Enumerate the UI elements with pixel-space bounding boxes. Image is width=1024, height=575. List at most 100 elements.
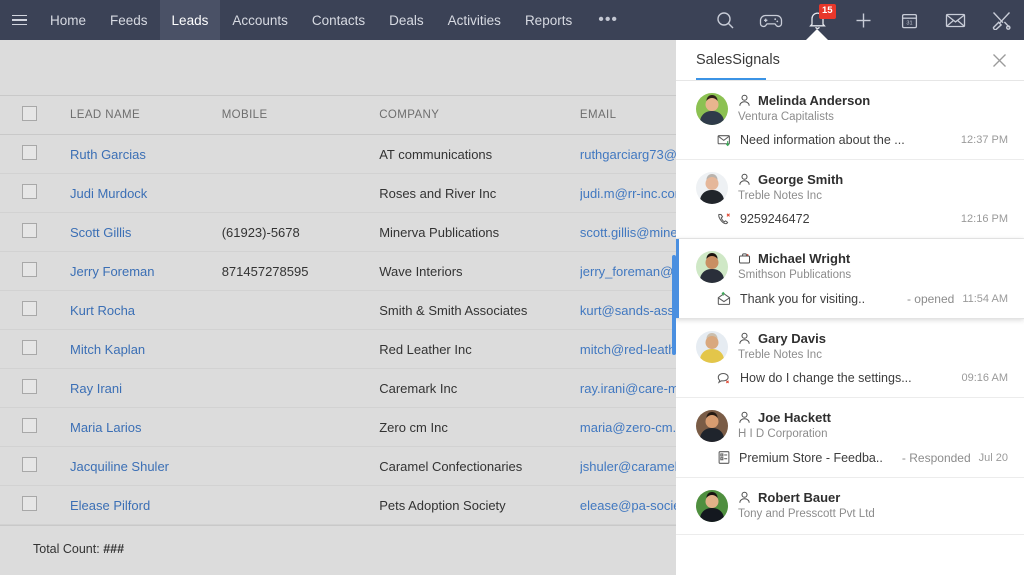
top-navigation-bar: Home Feeds Leads Accounts Contacts Deals… bbox=[0, 0, 1024, 40]
signal-message[interactable]: 9259246472 bbox=[740, 212, 953, 226]
hamburger-icon[interactable] bbox=[0, 0, 38, 40]
nav-item-contacts[interactable]: Contacts bbox=[300, 0, 377, 40]
cell-lead-name: Jacquiline Shuler bbox=[70, 447, 222, 486]
signal-contact-name[interactable]: Robert Bauer bbox=[758, 490, 840, 505]
avatar[interactable] bbox=[696, 93, 728, 125]
signal-item[interactable]: Melinda AndersonVentura CapitalistsNeed … bbox=[676, 81, 1024, 160]
nav-item-deals[interactable]: Deals bbox=[377, 0, 436, 40]
lead-name-link[interactable]: Ray Irani bbox=[70, 381, 122, 396]
calendar-icon[interactable]: 31 bbox=[886, 0, 932, 40]
table-row[interactable]: Jacquiline ShulerCaramel Confectionaries… bbox=[0, 447, 676, 486]
select-all-checkbox[interactable] bbox=[22, 106, 37, 121]
column-header-email[interactable]: EMAIL bbox=[580, 96, 676, 135]
signal-contact-name[interactable]: Joe Hackett bbox=[758, 410, 831, 425]
avatar[interactable] bbox=[696, 251, 728, 283]
cell-mobile bbox=[222, 447, 380, 486]
table-row[interactable]: Mitch KaplanRed Leather Incmitch@red-lea… bbox=[0, 330, 676, 369]
signal-item[interactable]: Joe HackettH I D CorporationPremium Stor… bbox=[676, 398, 1024, 478]
close-icon[interactable] bbox=[991, 52, 1008, 69]
table-row[interactable]: Scott Gillis(61923)-5678Minerva Publicat… bbox=[0, 213, 676, 252]
nav-item-leads[interactable]: Leads bbox=[160, 0, 221, 40]
email-link[interactable]: mitch@red-leather.com bbox=[580, 342, 676, 357]
envelope-icon[interactable] bbox=[932, 0, 978, 40]
signal-item[interactable]: Michael WrightSmithson PublicationsThank… bbox=[676, 239, 1024, 319]
avatar[interactable] bbox=[696, 331, 728, 363]
email-link[interactable]: jshuler@caramel-confectionaries.com bbox=[580, 459, 676, 474]
email-link[interactable]: scott.gillis@minerva-publications.com bbox=[580, 225, 676, 240]
table-row[interactable]: Kurt RochaSmith & Smith Associateskurt@s… bbox=[0, 291, 676, 330]
bell-icon[interactable]: 15 bbox=[794, 0, 840, 40]
row-checkbox[interactable] bbox=[22, 145, 37, 160]
cell-lead-name: Ruth Garcias bbox=[70, 135, 222, 174]
nav-item-activities[interactable]: Activities bbox=[436, 0, 513, 40]
cell-email: jshuler@caramel-confectionaries.com bbox=[580, 447, 676, 486]
cell-mobile bbox=[222, 174, 380, 213]
avatar[interactable] bbox=[696, 172, 728, 204]
signal-contact-name[interactable]: Michael Wright bbox=[758, 251, 850, 266]
signal-message[interactable]: How do I change the settings... bbox=[740, 371, 954, 385]
lead-name-link[interactable]: Kurt Rocha bbox=[70, 303, 135, 318]
table-row[interactable]: Ruth GarciasAT communicationsruthgarciar… bbox=[0, 135, 676, 174]
row-checkbox[interactable] bbox=[22, 262, 37, 277]
nav-item-reports[interactable]: Reports bbox=[513, 0, 584, 40]
person-icon bbox=[738, 491, 751, 504]
row-checkbox[interactable] bbox=[22, 223, 37, 238]
gamepad-icon[interactable] bbox=[748, 0, 794, 40]
tools-icon[interactable] bbox=[978, 0, 1024, 40]
lead-name-link[interactable]: Judi Murdock bbox=[70, 186, 147, 201]
email-link[interactable]: jerry_foreman@wave-interiors.com bbox=[580, 264, 676, 279]
column-header-lead-name[interactable]: LEAD NAME bbox=[70, 96, 222, 135]
signal-contact-name[interactable]: Melinda Anderson bbox=[758, 93, 870, 108]
lead-name-link[interactable]: Maria Larios bbox=[70, 420, 142, 435]
table-row[interactable]: Elease PilfordPets Adoption Societyeleas… bbox=[0, 486, 676, 525]
row-checkbox[interactable] bbox=[22, 457, 37, 472]
lead-name-link[interactable]: Elease Pilford bbox=[70, 498, 150, 513]
row-checkbox[interactable] bbox=[22, 418, 37, 433]
table-row[interactable]: Judi MurdockRoses and River Incjudi.m@rr… bbox=[0, 174, 676, 213]
column-header-mobile[interactable]: MOBILE bbox=[222, 96, 380, 135]
nav-item-home[interactable]: Home bbox=[38, 0, 98, 40]
nav-item-accounts[interactable]: Accounts bbox=[220, 0, 300, 40]
signal-message[interactable]: Premium Store - Feedba.. bbox=[739, 451, 900, 465]
row-checkbox[interactable] bbox=[22, 379, 37, 394]
search-icon[interactable] bbox=[702, 0, 748, 40]
table-row[interactable]: Maria LariosZero cm Incmaria@zero-cm.com bbox=[0, 408, 676, 447]
signal-item[interactable]: Robert BauerTony and Presscott Pvt Ltd bbox=[676, 478, 1024, 535]
signal-contact-name[interactable]: George Smith bbox=[758, 172, 843, 187]
table-header-row: LEAD NAME MOBILE COMPANY EMAIL bbox=[0, 96, 676, 135]
lead-name-link[interactable]: Jerry Foreman bbox=[70, 264, 155, 279]
avatar[interactable] bbox=[696, 490, 728, 522]
row-checkbox[interactable] bbox=[22, 340, 37, 355]
lead-name-link[interactable]: Jacquiline Shuler bbox=[70, 459, 169, 474]
signal-message[interactable]: Need information about the ... bbox=[740, 133, 953, 147]
signal-meta: George SmithTreble Notes Inc bbox=[738, 172, 1008, 202]
row-checkbox[interactable] bbox=[22, 184, 37, 199]
email-link[interactable]: elease@pa-society.com bbox=[580, 498, 676, 513]
lead-name-link[interactable]: Scott Gillis bbox=[70, 225, 131, 240]
notification-badge: 15 bbox=[819, 4, 836, 19]
panel-title-tab[interactable]: SalesSignals bbox=[696, 52, 991, 68]
email-link[interactable]: ruthgarciarg73@yahoo.com bbox=[580, 147, 676, 162]
column-header-company[interactable]: COMPANY bbox=[379, 96, 580, 135]
plus-icon[interactable] bbox=[840, 0, 886, 40]
cell-email: mitch@red-leather.com bbox=[580, 330, 676, 369]
avatar[interactable] bbox=[696, 410, 728, 442]
signal-item[interactable]: George SmithTreble Notes Inc925924647212… bbox=[676, 160, 1024, 239]
email-link[interactable]: judi.m@rr-inc.com bbox=[580, 186, 676, 201]
signal-contact-name[interactable]: Gary Davis bbox=[758, 331, 826, 346]
email-link[interactable]: ray.irani@care-mark.com bbox=[580, 381, 676, 396]
cell-company: Minerva Publications bbox=[379, 213, 580, 252]
email-link[interactable]: kurt@sands-associates.com bbox=[580, 303, 676, 318]
signal-item[interactable]: Gary DavisTreble Notes IncHow do I chang… bbox=[676, 319, 1024, 398]
table-row[interactable]: Jerry Foreman871457278595Wave Interiorsj… bbox=[0, 252, 676, 291]
nav-item-feeds[interactable]: Feeds bbox=[98, 0, 160, 40]
row-checkbox[interactable] bbox=[22, 496, 37, 511]
signal-message[interactable]: Thank you for visiting.. bbox=[740, 292, 905, 306]
lead-name-link[interactable]: Ruth Garcias bbox=[70, 147, 146, 162]
table-row[interactable]: Ray IraniCaremark Incray.irani@care-mark… bbox=[0, 369, 676, 408]
lead-name-link[interactable]: Mitch Kaplan bbox=[70, 342, 145, 357]
email-link[interactable]: maria@zero-cm.com bbox=[580, 420, 676, 435]
nav-item-more[interactable]: ••• bbox=[584, 0, 632, 40]
signal-time: 12:37 PM bbox=[961, 134, 1008, 146]
row-checkbox[interactable] bbox=[22, 301, 37, 316]
